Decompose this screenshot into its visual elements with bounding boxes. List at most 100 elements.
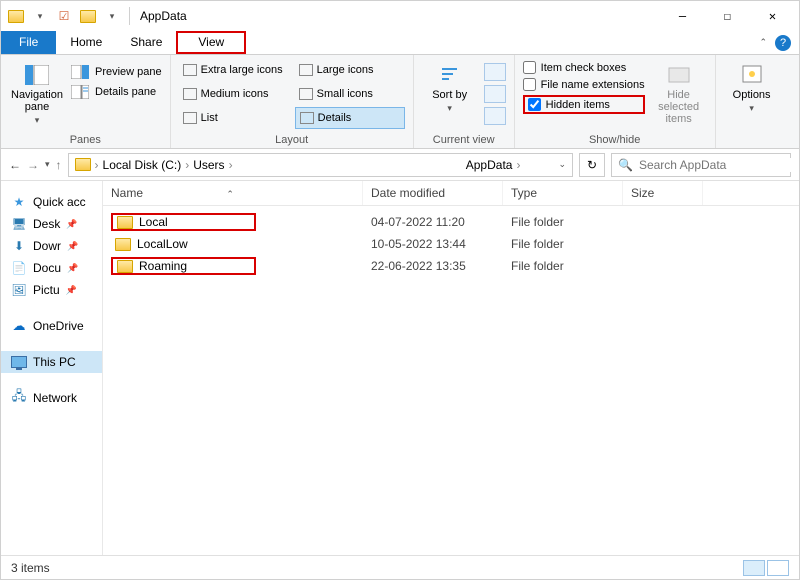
main: ★Quick acc 🖥Desk📌 ⬇Dowr📌 📄Docu📌 🖼Pictu📌 …	[1, 181, 799, 555]
options-button[interactable]: Options ▾	[724, 59, 780, 114]
qat-chevron-icon[interactable]: ▾	[101, 5, 123, 27]
ribbon-group-label: Current view	[422, 132, 506, 146]
ribbon-tabs: File Home Share View ⌃ ?	[1, 31, 799, 55]
search-input[interactable]	[639, 158, 794, 172]
sidebar-item[interactable]: 📄Docu📌	[1, 257, 102, 279]
file-list: Name ⌃ Date modified Type Size Local 04-0…	[103, 181, 799, 555]
sidebar-network[interactable]: 🖧Network	[1, 387, 102, 409]
status-item-count: 3 items	[11, 561, 50, 575]
ribbon-group-label: Show/hide	[523, 132, 707, 146]
layout-large[interactable]: Large icons	[295, 59, 405, 81]
refresh-button[interactable]: ↻	[579, 153, 605, 177]
layout-small[interactable]: Small icons	[295, 83, 405, 105]
divider	[129, 7, 130, 25]
tab-share[interactable]: Share	[116, 31, 176, 54]
window-title: AppData	[136, 9, 187, 23]
ribbon: Navigation pane ▾ Preview pane Details p…	[1, 55, 799, 149]
breadcrumb-item[interactable]: AppData	[466, 158, 513, 172]
group-by-button[interactable]	[484, 63, 506, 81]
search-box[interactable]: 🔍	[611, 153, 791, 177]
file-size	[623, 219, 703, 225]
layout-details[interactable]: Details	[295, 107, 405, 129]
sidebar-item[interactable]: ⬇Dowr📌	[1, 235, 102, 257]
item-check-boxes-toggle[interactable]: Item check boxes	[523, 61, 645, 74]
close-button[interactable]: ✕	[750, 2, 795, 30]
layout-medium[interactable]: Medium icons	[179, 83, 289, 105]
chevron-down-icon: ▾	[447, 103, 452, 114]
column-type[interactable]: Type	[503, 181, 623, 205]
tab-home[interactable]: Home	[56, 31, 116, 54]
column-name[interactable]: Name ⌃	[103, 181, 363, 205]
table-row[interactable]: LocalLow10-05-2022 13:44File folder	[103, 234, 799, 254]
checkbox[interactable]	[523, 61, 536, 74]
forward-button[interactable]: →	[27, 158, 39, 172]
size-columns-button[interactable]	[484, 107, 506, 125]
checkbox[interactable]	[523, 78, 536, 91]
sidebar-this-pc[interactable]: This PC	[1, 351, 102, 373]
help-icon[interactable]: ?	[775, 35, 791, 51]
qat-open-icon[interactable]	[77, 5, 99, 27]
sort-by-button[interactable]: Sort by ▾	[422, 59, 478, 114]
table-row[interactable]: Roaming22-06-2022 13:35File folder	[103, 254, 799, 278]
ribbon-group-showhide: Item check boxes File name extensions Hi…	[515, 55, 716, 148]
layout-extra-large[interactable]: Extra large icons	[179, 59, 289, 81]
pin-icon: 📌	[67, 241, 78, 252]
file-name-extensions-toggle[interactable]: File name extensions	[523, 78, 645, 91]
folder-entry[interactable]: Local	[111, 213, 256, 231]
hide-selected-button[interactable]: Hide selected items	[651, 59, 707, 125]
table-row[interactable]: Local04-07-2022 11:20File folder	[103, 210, 799, 234]
folder-icon	[117, 216, 133, 229]
back-button[interactable]: ←	[9, 158, 21, 172]
ribbon-group-panes: Navigation pane ▾ Preview pane Details p…	[1, 55, 171, 148]
sidebar-item[interactable]: 🖥Desk📌	[1, 213, 102, 235]
sidebar-quick-access[interactable]: ★Quick acc	[1, 191, 102, 213]
column-size[interactable]: Size	[623, 181, 703, 205]
tab-view[interactable]: View	[176, 31, 246, 54]
cloud-icon: ☁	[11, 319, 27, 333]
breadcrumb-item[interactable]: Local Disk (C:)	[103, 158, 182, 172]
column-date[interactable]: Date modified	[363, 181, 503, 205]
download-icon: ⬇	[11, 239, 27, 253]
file-name: LocalLow	[137, 237, 188, 251]
preview-pane-icon	[71, 65, 89, 79]
pin-icon: 📌	[66, 219, 77, 230]
monitor-icon	[11, 355, 27, 369]
breadcrumb-item[interactable]: Users	[193, 158, 224, 172]
chevron-right-icon: ›	[516, 158, 520, 172]
preview-pane-label: Preview pane	[95, 66, 162, 78]
qat-dropdown-icon[interactable]: ▾	[29, 5, 51, 27]
tab-file[interactable]: File	[1, 31, 56, 54]
folder-icon	[117, 260, 133, 273]
add-columns-button[interactable]	[484, 85, 506, 103]
up-button[interactable]: ↑	[56, 158, 62, 172]
minimize-button[interactable]: —	[660, 2, 705, 30]
preview-pane-button[interactable]: Preview pane	[71, 65, 162, 79]
medium-icon	[183, 88, 197, 100]
maximize-button[interactable]: ☐	[705, 2, 750, 30]
file-date: 04-07-2022 11:20	[363, 212, 503, 232]
title-bar: ▾ ☑ ▾ AppData — ☐ ✕	[1, 1, 799, 31]
desktop-icon: 🖥	[11, 217, 27, 231]
sidebar-onedrive[interactable]: ☁OneDrive	[1, 315, 102, 337]
details-pane-button[interactable]: Details pane	[71, 85, 162, 99]
view-details-button[interactable]	[743, 560, 765, 576]
ribbon-group-label	[724, 132, 780, 146]
navigation-pane-button[interactable]: Navigation pane ▾	[9, 59, 65, 126]
hidden-items-toggle[interactable]: Hidden items	[523, 95, 645, 114]
small-icon	[299, 88, 313, 100]
options-label: Options	[733, 89, 771, 101]
address-bar[interactable]: › Local Disk (C:) › Users › AppData › ⌄	[68, 153, 573, 177]
ribbon-collapse-icon[interactable]: ⌃	[759, 37, 767, 48]
layout-list[interactable]: List	[179, 107, 289, 129]
address-dropdown-icon[interactable]: ⌄	[558, 159, 566, 170]
qat-properties-icon[interactable]: ☑	[53, 5, 75, 27]
ribbon-group-layout: Extra large icons Large icons Medium ico…	[171, 55, 414, 148]
folder-entry[interactable]: Roaming	[111, 257, 256, 275]
view-large-button[interactable]	[767, 560, 789, 576]
recent-locations-button[interactable]: ▾	[45, 159, 50, 170]
folder-entry[interactable]: LocalLow	[111, 237, 192, 251]
pin-icon: 📌	[67, 263, 78, 274]
chevron-down-icon: ▾	[35, 115, 40, 126]
sidebar-item[interactable]: 🖼Pictu📌	[1, 279, 102, 301]
checkbox[interactable]	[528, 98, 541, 111]
